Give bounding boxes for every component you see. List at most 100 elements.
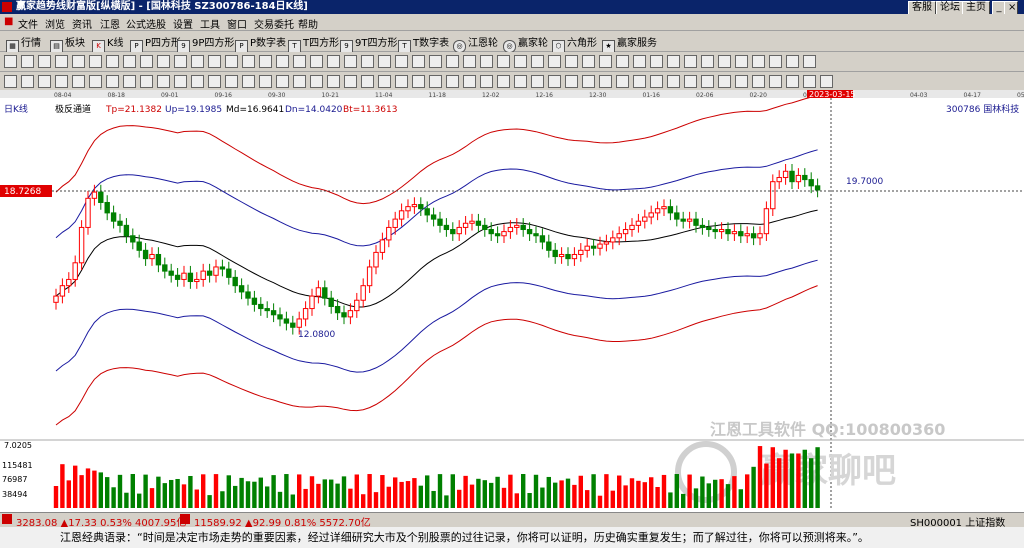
bars-tool-icon[interactable]: [21, 75, 34, 88]
fan-tool-icon[interactable]: [684, 75, 697, 88]
toolbar-hexagon[interactable]: ⬡ 六角形: [552, 34, 597, 53]
close-icon[interactable]: ×: [1004, 1, 1018, 15]
kline-tool-icon[interactable]: [582, 55, 595, 68]
ray-tool-icon[interactable]: [72, 75, 85, 88]
line-tool-icon[interactable]: [55, 55, 68, 68]
zoom-tool-icon[interactable]: [786, 55, 799, 68]
cycle-tool-icon[interactable]: [463, 75, 476, 88]
gann-tool-icon[interactable]: [480, 55, 493, 68]
fib-tool-icon[interactable]: [429, 55, 442, 68]
gann-tool-icon[interactable]: [752, 75, 765, 88]
grid-tool-icon[interactable]: [548, 75, 561, 88]
kline-tool-icon[interactable]: [38, 75, 51, 88]
fib-tool-icon[interactable]: [157, 75, 170, 88]
toolbar-p-number-table[interactable]: P P数字表: [235, 34, 286, 53]
toolbar-sector[interactable]: ▤ 板块: [50, 34, 85, 53]
cross-tool-icon[interactable]: [803, 75, 816, 88]
channel-tool-icon[interactable]: [769, 75, 782, 88]
cross-tool-icon[interactable]: [803, 55, 816, 68]
ray-tool-icon[interactable]: [616, 75, 629, 88]
toolbar-9p-square[interactable]: 9 9P四方形: [177, 34, 234, 53]
ray-tool-icon[interactable]: [72, 55, 85, 68]
text-tool-icon[interactable]: [718, 75, 731, 88]
circle-tool-icon[interactable]: [650, 55, 663, 68]
toolbar-winner-wheel[interactable]: ◎ 赢家轮: [503, 34, 548, 53]
bars-tool-icon[interactable]: [293, 75, 306, 88]
channel-tool-icon[interactable]: [497, 75, 510, 88]
gann-tool-icon[interactable]: [752, 55, 765, 68]
bars-tool-icon[interactable]: [21, 55, 34, 68]
line-tool-icon[interactable]: [599, 75, 612, 88]
toolbar-gann-wheel[interactable]: ◎ 江恩轮: [453, 34, 498, 53]
line-tool-icon[interactable]: [599, 55, 612, 68]
toolbar-t-number-table[interactable]: T T数字表: [398, 34, 449, 53]
grid-tool-icon[interactable]: [548, 55, 561, 68]
customer-service-button[interactable]: 客服: [908, 1, 936, 15]
line-tool-icon[interactable]: [327, 55, 340, 68]
gann-tool-icon[interactable]: [480, 75, 493, 88]
fan-tool-icon[interactable]: [684, 55, 697, 68]
toolbar-p-square[interactable]: P P四方形: [130, 34, 181, 53]
channel-tool-icon[interactable]: [497, 55, 510, 68]
rect-tool-icon[interactable]: [123, 75, 136, 88]
menu-trade[interactable]: 交易委托: [254, 16, 294, 31]
ray-tool-icon[interactable]: [616, 55, 629, 68]
arrow-tool-icon[interactable]: [633, 75, 646, 88]
grid-tool-icon[interactable]: [4, 55, 17, 68]
text-tool-icon[interactable]: [446, 75, 459, 88]
kline-tool-icon[interactable]: [310, 75, 323, 88]
arrow-tool-icon[interactable]: [89, 75, 102, 88]
fan-tool-icon[interactable]: [140, 55, 153, 68]
kline-tool-icon[interactable]: [582, 75, 595, 88]
menu-window[interactable]: 窗口: [227, 16, 247, 31]
zoom-tool-icon[interactable]: [514, 55, 527, 68]
fib-tool-icon[interactable]: [429, 75, 442, 88]
grid-tool-icon[interactable]: [820, 75, 833, 88]
menu-tools[interactable]: 工具: [200, 16, 220, 31]
channel-tool-icon[interactable]: [769, 55, 782, 68]
line-tool-icon[interactable]: [55, 75, 68, 88]
toolbar-market[interactable]: ▦ 行情: [6, 34, 41, 53]
grid-tool-icon[interactable]: [276, 75, 289, 88]
menu-browse[interactable]: 浏览: [45, 16, 65, 31]
grid-tool-icon[interactable]: [276, 55, 289, 68]
circle-tool-icon[interactable]: [650, 75, 663, 88]
ray-tool-icon[interactable]: [344, 55, 357, 68]
text-tool-icon[interactable]: [718, 55, 731, 68]
fib-tool-icon[interactable]: [157, 55, 170, 68]
text-tool-icon[interactable]: [174, 55, 187, 68]
kline-chart[interactable]: 08-04 08-18 09-01 09-16 09-30 10-21 11-04 11-18…: [0, 90, 1024, 510]
fan-tool-icon[interactable]: [412, 55, 425, 68]
bars-tool-icon[interactable]: [565, 75, 578, 88]
fib-tool-icon[interactable]: [701, 55, 714, 68]
cycle-tool-icon[interactable]: [463, 55, 476, 68]
arrow-tool-icon[interactable]: [361, 75, 374, 88]
bars-tool-icon[interactable]: [565, 55, 578, 68]
menu-news[interactable]: 资讯: [72, 16, 92, 31]
cross-tool-icon[interactable]: [531, 55, 544, 68]
grid-tool-icon[interactable]: [4, 75, 17, 88]
zoom-tool-icon[interactable]: [242, 55, 255, 68]
cycle-tool-icon[interactable]: [735, 55, 748, 68]
kline-tool-icon[interactable]: [310, 55, 323, 68]
text-tool-icon[interactable]: [446, 55, 459, 68]
ray-tool-icon[interactable]: [344, 75, 357, 88]
menu-settings[interactable]: 设置: [173, 16, 193, 31]
rect-tool-icon[interactable]: [667, 75, 680, 88]
gann-tool-icon[interactable]: [208, 75, 221, 88]
rect-tool-icon[interactable]: [395, 55, 408, 68]
rect-tool-icon[interactable]: [395, 75, 408, 88]
menu-help[interactable]: 帮助: [298, 16, 318, 31]
cross-tool-icon[interactable]: [531, 75, 544, 88]
zoom-tool-icon[interactable]: [786, 75, 799, 88]
channel-tool-icon[interactable]: [225, 75, 238, 88]
cross-tool-icon[interactable]: [259, 55, 272, 68]
kline-tool-icon[interactable]: [38, 55, 51, 68]
zoom-tool-icon[interactable]: [514, 75, 527, 88]
fan-tool-icon[interactable]: [140, 75, 153, 88]
fib-tool-icon[interactable]: [701, 75, 714, 88]
toolbar-kline[interactable]: K K线: [92, 34, 124, 53]
forum-button[interactable]: 论坛: [936, 1, 964, 15]
arrow-tool-icon[interactable]: [633, 55, 646, 68]
arrow-tool-icon[interactable]: [89, 55, 102, 68]
